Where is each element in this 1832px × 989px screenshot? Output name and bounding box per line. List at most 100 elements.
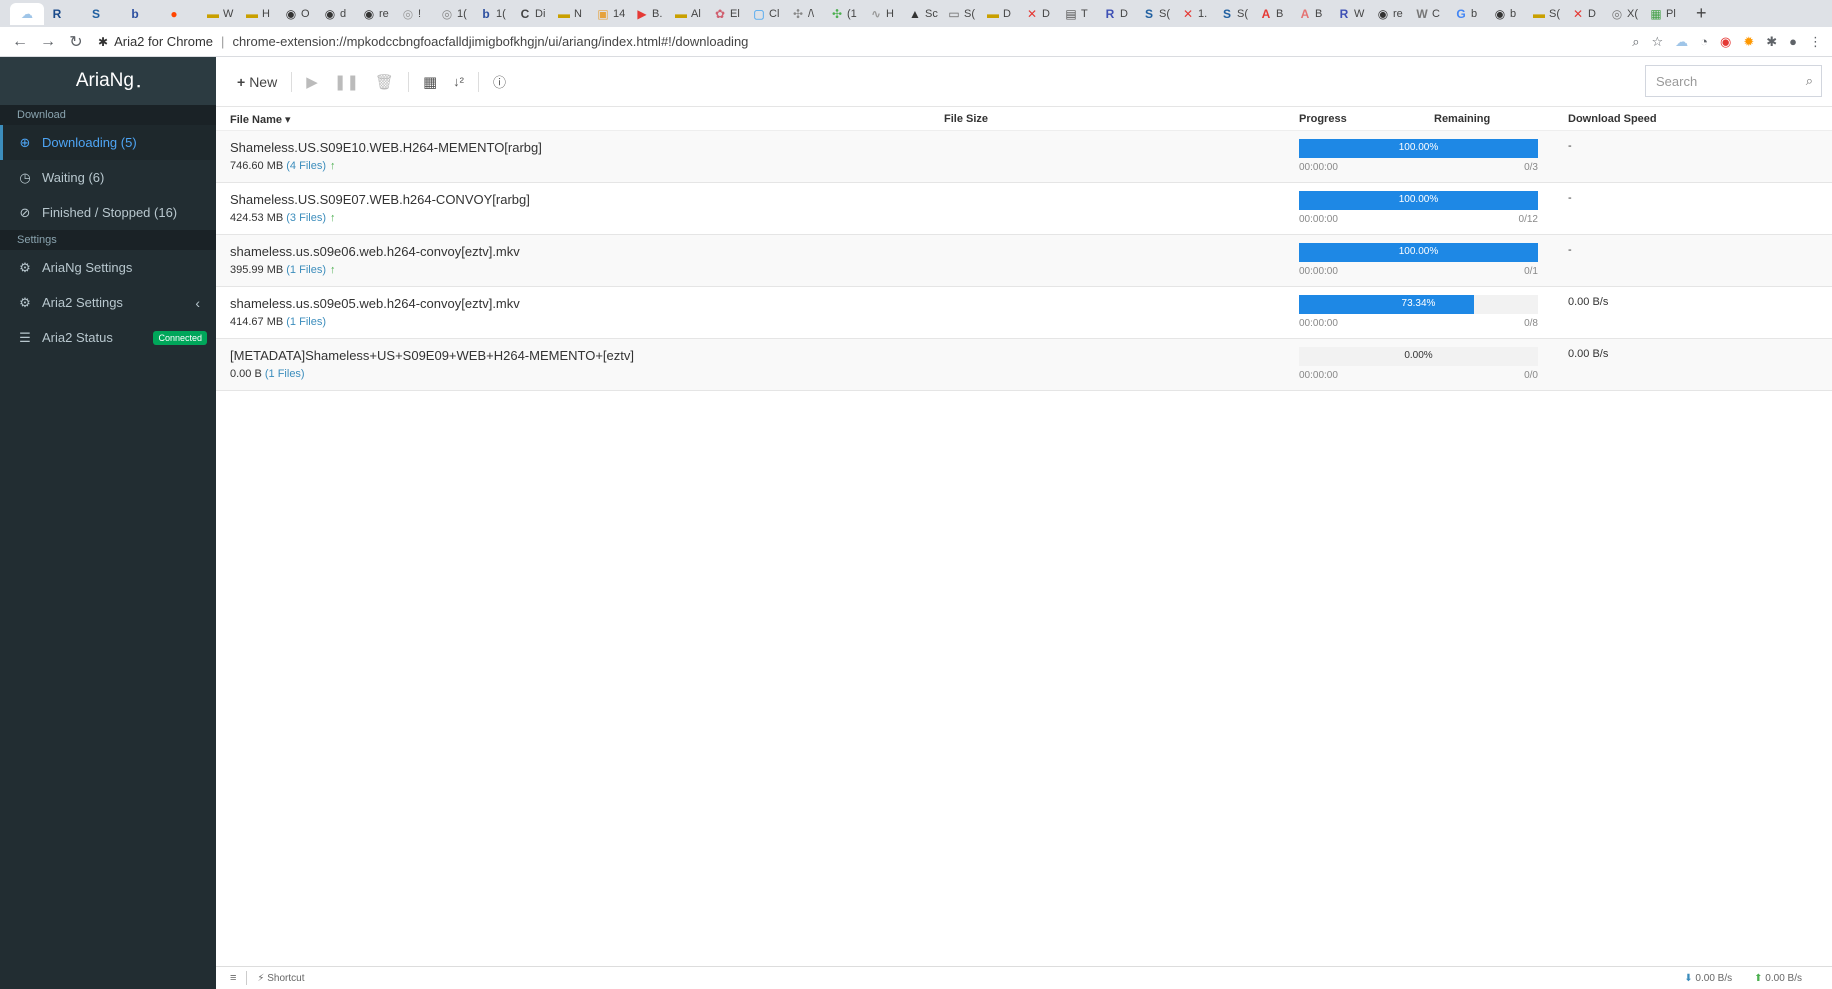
url-field[interactable]: chrome-extension://mpkodccbngfoacfalldji… [232, 34, 748, 49]
nav-waiting[interactable]: ◷ Waiting (6) [0, 160, 216, 195]
new-tab-button[interactable]: + [1696, 3, 1707, 24]
header-remaining[interactable]: Remaining [1434, 113, 1490, 125]
browser-tab[interactable]: ◉ re [362, 3, 395, 25]
browser-tab[interactable]: ▣ 14 [596, 3, 629, 25]
start-button[interactable]: ▶ [298, 67, 326, 97]
task-name[interactable]: [METADATA]Shameless+US+S09E09+WEB+H264-M… [230, 348, 634, 363]
task-files-link[interactable]: (1 Files) [265, 368, 305, 380]
header-download-speed[interactable]: Download Speed [1568, 113, 1657, 125]
browser-tab[interactable]: ▬ D [986, 3, 1019, 25]
reload-icon[interactable]: ↻ [62, 32, 90, 52]
pause-button[interactable]: ❚❚ [326, 67, 367, 97]
nav-downloading[interactable]: ⊕ Downloading (5) [0, 125, 216, 160]
browser-tab[interactable]: ✕ D [1025, 3, 1058, 25]
search-input[interactable] [1656, 73, 1796, 89]
header-progress[interactable]: Progress [1299, 113, 1347, 125]
browser-tab[interactable]: ◉ O [284, 3, 317, 25]
browser-tab[interactable]: S S( [1142, 3, 1175, 25]
browser-tab[interactable]: ● [167, 3, 200, 25]
new-task-button[interactable]: + New [229, 67, 285, 97]
task-name[interactable]: Shameless.US.S09E10.WEB.H264-MEMENTO[rar… [230, 140, 542, 155]
browser-tab[interactable]: RD [1103, 3, 1136, 25]
nav-aria2-settings[interactable]: ⚙ Aria2 Settings ‹ [0, 285, 216, 320]
browser-tab[interactable]: ▭ S( [947, 3, 980, 25]
browser-tab[interactable]: ☁ [10, 2, 44, 25]
browser-tab[interactable]: ▢ Cl [752, 3, 785, 25]
search-icon[interactable]: ⌕ [1806, 73, 1813, 89]
help-button[interactable]: ⓘ [485, 67, 514, 97]
browser-tab[interactable]: AB [1259, 3, 1292, 25]
browser-tab[interactable]: R [50, 3, 83, 25]
browser-tab[interactable]: b [128, 3, 161, 25]
browser-tab[interactable]: AB [1298, 3, 1331, 25]
task-files-link[interactable]: (3 Files) [286, 212, 326, 224]
browser-tab[interactable]: b 1( [479, 3, 512, 25]
progress-label: 100.00% [1398, 194, 1439, 205]
task-row[interactable]: shameless.us.s09e05.web.h264-convoy[eztv… [216, 287, 1832, 339]
nav-finished-stopped[interactable]: ⊘ Finished / Stopped (16) [0, 195, 216, 230]
nav-ariang-settings[interactable]: ⚙ AriaNg Settings [0, 250, 216, 285]
browser-tab[interactable]: S S( [1220, 3, 1253, 25]
extension-badge[interactable]: ✱ Aria2 for Chrome [98, 34, 213, 49]
browser-tab[interactable]: S [89, 3, 122, 25]
task-name[interactable]: shameless.us.s09e05.web.h264-convoy[eztv… [230, 296, 520, 311]
browser-tab[interactable]: ∿ H [869, 3, 902, 25]
task-row[interactable]: Shameless.US.S09E10.WEB.H264-MEMENTO[rar… [216, 131, 1832, 183]
header-file-name[interactable]: File Name ▾ [230, 113, 291, 126]
browser-tab[interactable]: ▦ Pl [1649, 3, 1682, 25]
browser-tab[interactable]: ◎ 1( [440, 3, 473, 25]
cloud-extension-icon[interactable]: ☁ [1675, 34, 1688, 50]
select-all-button[interactable]: ▦ [415, 67, 445, 97]
profile-avatar-icon[interactable]: ● [1789, 34, 1797, 50]
task-row[interactable]: Shameless.US.S09E07.WEB.h264-CONVOY[rarb… [216, 183, 1832, 235]
zoom-icon[interactable]: ⌕ [1632, 34, 1639, 50]
task-name[interactable]: shameless.us.s09e06.web.h264-convoy[eztv… [230, 244, 520, 259]
browser-tab[interactable]: ◉ d [323, 3, 356, 25]
logo-text: AriaNg [75, 70, 134, 91]
task-row[interactable]: shameless.us.s09e06.web.h264-convoy[eztv… [216, 235, 1832, 287]
browser-tab[interactable]: ✕ D [1571, 3, 1604, 25]
browser-tab[interactable]: ▲ Sc [908, 3, 941, 25]
browser-menu-icon[interactable]: ⋮ [1809, 34, 1822, 50]
browser-tab[interactable]: ✣ (1 [830, 3, 863, 25]
chrome-icon[interactable]: ◉ [1720, 34, 1731, 50]
forward-arrow-icon[interactable]: → [34, 33, 62, 51]
bookmark-star-icon[interactable]: ☆ [1651, 34, 1663, 50]
task-files-link[interactable]: (1 Files) [286, 264, 326, 276]
header-file-size[interactable]: File Size [944, 113, 988, 125]
browser-tab[interactable]: ◎ X( [1610, 3, 1643, 25]
browser-tab[interactable]: ▶ B. [635, 3, 668, 25]
browser-tab[interactable]: ✿ El [713, 3, 746, 25]
browser-tab[interactable]: ▬ S( [1532, 3, 1565, 25]
browser-tab[interactable]: ◎! [401, 3, 434, 25]
task-row[interactable]: [METADATA]Shameless+US+S09E09+WEB+H264-M… [216, 339, 1832, 391]
browser-tab[interactable]: ✣ /\ [791, 3, 824, 25]
browser-tab[interactable]: ▤ T [1064, 3, 1097, 25]
browser-tab[interactable]: ✕ 1. [1181, 3, 1214, 25]
tab-title: Al [691, 7, 701, 20]
nav-aria2-status[interactable]: ☰ Aria2 Status Connected [0, 320, 216, 355]
task-files-link[interactable]: (4 Files) [286, 160, 326, 172]
delete-button[interactable]: 🗑 [367, 67, 402, 97]
browser-tab[interactable]: C Di [518, 3, 551, 25]
browser-tab[interactable]: ◉ re [1376, 3, 1409, 25]
app-logo[interactable]: AriaNg ▪ [0, 57, 216, 105]
extensions-puzzle-icon[interactable]: ✱ [1766, 34, 1777, 50]
shortcut-link[interactable]: ⚡ Shortcut [257, 973, 304, 984]
hamburger-icon[interactable]: ≡ [230, 972, 236, 984]
browser-tab[interactable]: WC [1415, 3, 1448, 25]
extension-orange-icon[interactable]: ✹ [1743, 34, 1754, 50]
task-name[interactable]: Shameless.US.S09E07.WEB.h264-CONVOY[rarb… [230, 192, 530, 207]
browser-tab[interactable]: ▬ Al [674, 3, 707, 25]
browser-tab[interactable]: ▬ N [557, 3, 590, 25]
browser-tab[interactable]: ▬ H [245, 3, 278, 25]
browser-tab[interactable]: RW [1337, 3, 1370, 25]
task-files-link[interactable]: (1 Files) [286, 316, 326, 328]
browser-tab[interactable]: Gb [1454, 3, 1487, 25]
sort-button[interactable]: ↓² [445, 67, 472, 97]
back-arrow-icon[interactable]: ← [6, 33, 34, 51]
download-speed: - [1568, 244, 1572, 256]
extension-icon[interactable]: ◔ [1700, 34, 1708, 50]
browser-tab[interactable]: ◉ b [1493, 3, 1526, 25]
browser-tab[interactable]: ▬ W [206, 3, 239, 25]
